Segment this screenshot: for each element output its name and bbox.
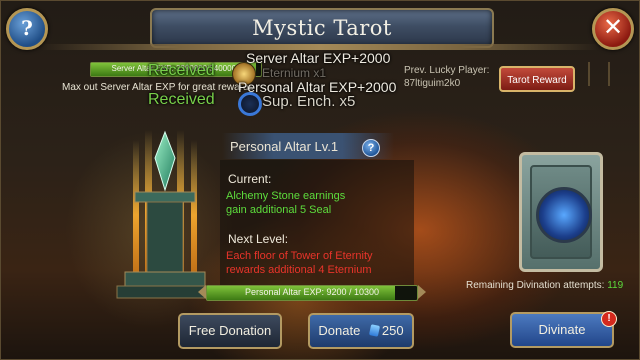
server-exp-notification: Server Altar EXP+2000 [246, 50, 391, 66]
left-arrow-icon [198, 285, 206, 299]
ghost-reward-text: Eternium x1 [262, 66, 327, 80]
tarot-reward-button[interactable]: Tarot Reward [499, 66, 575, 92]
enchant-stone-icon [238, 92, 262, 116]
right-arrow-icon [418, 285, 426, 299]
enchant-reward-text: Sup. Ench. x5 [262, 93, 356, 110]
prev-lucky-player-name: 87ltiguim2k0 [404, 78, 461, 89]
blue-gem-icon [368, 324, 380, 337]
current-label: Current: [228, 172, 272, 186]
next-effect-line-1: Each floor of Tower of Eternity [226, 250, 373, 262]
next-effect-line-2: rewards additional 4 Eternium [226, 264, 372, 276]
notification-badge: ! [601, 311, 617, 327]
prev-lucky-player-label: Prev. Lucky Player: [404, 65, 490, 76]
free-donation-button[interactable]: Free Donation [178, 313, 282, 349]
next-level-label: Next Level: [228, 232, 289, 246]
help-icon: ? [21, 16, 33, 40]
title-bar: Mystic Tarot [150, 8, 494, 48]
card-orb [536, 187, 592, 243]
personal-altar-title: Personal Altar Lv.1 [230, 139, 339, 154]
received-text-2: Received [148, 91, 215, 108]
remaining-divination: Remaining Divination attempts: 119 [466, 280, 623, 291]
donate-button[interactable]: Donate 250 [308, 313, 414, 349]
remaining-divination-count: 119 [607, 280, 624, 291]
personal-altar-exp-label: Personal Altar EXP: 9200 / 10300 [244, 287, 380, 297]
altar-help-icon[interactable]: ? [362, 139, 380, 157]
current-effect-line-1: Alchemy Stone earnings [226, 190, 346, 202]
page-title: Mystic Tarot [252, 16, 392, 40]
close-icon: ✕ [602, 13, 624, 41]
received-text-1: Received [148, 62, 215, 79]
divinate-button[interactable]: Divinate [510, 312, 614, 348]
donate-label: Donate [318, 323, 361, 338]
donate-cost: 250 [381, 323, 404, 338]
remaining-divination-label: Remaining Divination attempts: [466, 280, 605, 291]
current-effect-line-2: gain additional 5 Seal [226, 204, 332, 216]
side-ornament-icon [588, 62, 610, 86]
personal-altar-exp-bar: Personal Altar EXP: 9200 / 10300 [206, 285, 418, 301]
altar-illustration [116, 130, 214, 299]
tarot-card-icon[interactable] [519, 152, 603, 272]
